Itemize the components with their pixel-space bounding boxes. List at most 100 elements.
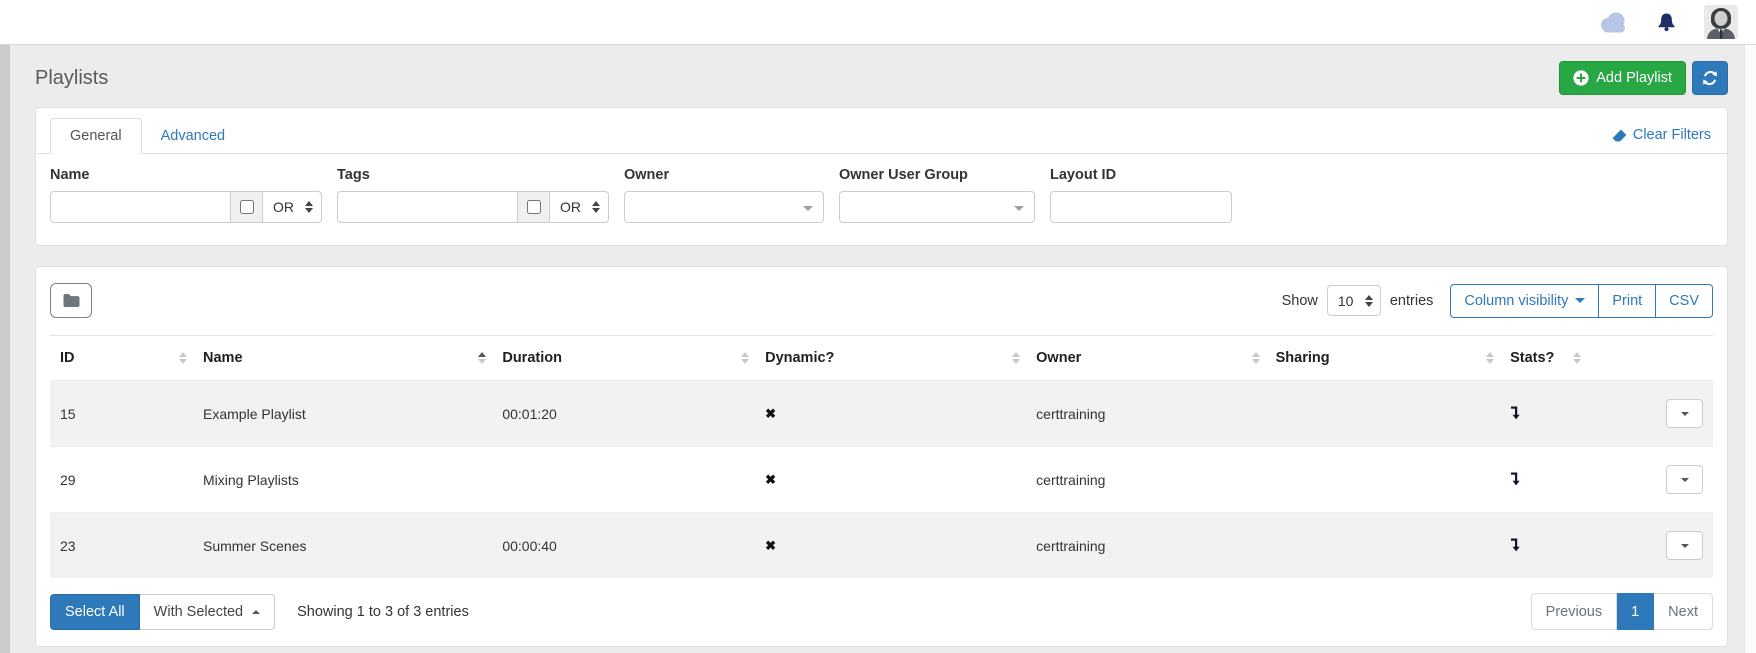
column-header-owner[interactable]: Owner bbox=[1026, 336, 1265, 381]
cell-sharing bbox=[1266, 447, 1500, 513]
csv-button[interactable]: CSV bbox=[1656, 284, 1713, 318]
cell-sharing bbox=[1266, 513, 1500, 579]
x-mark-icon: ✖ bbox=[765, 406, 776, 421]
cell-duration: 00:01:20 bbox=[492, 381, 755, 447]
add-playlist-button[interactable]: Add Playlist bbox=[1559, 61, 1686, 95]
cell-owner: certtraining bbox=[1026, 381, 1265, 447]
showing-entries-text: Showing 1 to 3 of 3 entries bbox=[297, 604, 469, 620]
column-header-id[interactable]: ID bbox=[50, 336, 193, 381]
name-label: Name bbox=[50, 167, 322, 183]
chevron-down-icon bbox=[1014, 206, 1024, 211]
cell-sharing bbox=[1266, 381, 1500, 447]
column-header-duration[interactable]: Duration bbox=[492, 336, 755, 381]
scrollbar-track[interactable] bbox=[1744, 45, 1756, 653]
cell-id: 15 bbox=[50, 381, 193, 447]
row-actions-dropdown-button[interactable] bbox=[1666, 399, 1703, 428]
cell-name: Mixing Playlists bbox=[193, 447, 492, 513]
cell-id: 23 bbox=[50, 513, 193, 579]
owner-label: Owner bbox=[624, 167, 824, 183]
show-label: Show bbox=[1282, 293, 1318, 309]
name-exact-checkbox[interactable] bbox=[240, 200, 254, 214]
previous-page-button[interactable]: Previous bbox=[1531, 593, 1617, 630]
cell-owner: certtraining bbox=[1026, 447, 1265, 513]
table-row[interactable]: 29 Mixing Playlists ✖ certtraining bbox=[50, 447, 1713, 513]
sort-asc-icon[interactable] bbox=[478, 352, 486, 364]
entries-label: entries bbox=[1390, 293, 1434, 309]
row-actions-dropdown-button[interactable] bbox=[1666, 465, 1703, 494]
row-actions-dropdown-button[interactable] bbox=[1666, 531, 1703, 560]
folder-icon bbox=[62, 293, 81, 308]
column-header-dynamic[interactable]: Dynamic? bbox=[755, 336, 1026, 381]
sort-icon[interactable] bbox=[1486, 352, 1494, 364]
folder-button[interactable] bbox=[50, 283, 92, 318]
chevron-down-icon bbox=[803, 206, 813, 211]
with-selected-button[interactable]: With Selected bbox=[140, 594, 275, 630]
avatar[interactable] bbox=[1704, 5, 1738, 39]
eraser-icon bbox=[1612, 129, 1627, 142]
x-mark-icon: ✖ bbox=[765, 538, 776, 553]
tags-label: Tags bbox=[337, 167, 609, 183]
chevron-up-icon bbox=[252, 610, 260, 614]
column-header-name[interactable]: Name bbox=[193, 336, 492, 381]
stepper-icon bbox=[592, 201, 600, 213]
sort-icon[interactable] bbox=[741, 352, 749, 364]
select-all-button[interactable]: Select All bbox=[50, 594, 140, 630]
table-row[interactable]: 15 Example Playlist 00:01:20 ✖ certtrain… bbox=[50, 381, 1713, 447]
chevron-down-icon bbox=[1681, 478, 1689, 482]
clear-filters-link[interactable]: Clear Filters bbox=[1612, 127, 1711, 143]
name-checkbox-addon bbox=[231, 191, 263, 223]
cell-duration: 00:00:40 bbox=[492, 513, 755, 579]
filter-group-name: Name OR bbox=[50, 167, 322, 223]
cell-duration bbox=[492, 447, 755, 513]
cell-stats bbox=[1500, 381, 1586, 447]
tags-logic-select[interactable]: OR bbox=[550, 191, 609, 223]
page-length-select[interactable]: 10 bbox=[1327, 285, 1381, 316]
tags-input[interactable] bbox=[337, 191, 518, 223]
owner-user-group-select[interactable] bbox=[839, 191, 1035, 223]
filter-group-tags: Tags OR bbox=[337, 167, 609, 223]
sort-icon[interactable] bbox=[1012, 352, 1020, 364]
next-page-button[interactable]: Next bbox=[1654, 593, 1713, 630]
bell-icon[interactable] bbox=[1657, 12, 1676, 32]
plus-circle-icon bbox=[1573, 70, 1589, 86]
filter-group-owner: Owner bbox=[624, 167, 824, 223]
tab-general[interactable]: General bbox=[50, 118, 142, 154]
cell-stats bbox=[1500, 447, 1586, 513]
filter-group-owner-user-group: Owner User Group bbox=[839, 167, 1035, 223]
print-button[interactable]: Print bbox=[1599, 284, 1656, 318]
cell-dynamic: ✖ bbox=[755, 447, 1026, 513]
name-logic-select[interactable]: OR bbox=[263, 191, 322, 223]
layout-id-input[interactable] bbox=[1050, 191, 1232, 223]
x-mark-icon: ✖ bbox=[765, 472, 776, 487]
table-row[interactable]: 23 Summer Scenes 00:00:40 ✖ certtraining bbox=[50, 513, 1713, 579]
cell-stats bbox=[1500, 513, 1586, 579]
playlists-table: ID Name Duration Dynamic? Owner Sharing … bbox=[50, 335, 1713, 578]
layout-id-label: Layout ID bbox=[1050, 167, 1232, 183]
column-header-stats[interactable]: Stats? bbox=[1500, 336, 1586, 381]
owner-select[interactable] bbox=[624, 191, 824, 223]
tags-exact-checkbox[interactable] bbox=[527, 200, 541, 214]
sort-icon[interactable] bbox=[179, 352, 187, 364]
top-navbar bbox=[0, 0, 1756, 45]
page-1-button[interactable]: 1 bbox=[1617, 593, 1654, 630]
cell-name: Example Playlist bbox=[193, 381, 492, 447]
column-header-sharing[interactable]: Sharing bbox=[1266, 336, 1500, 381]
tags-checkbox-addon bbox=[518, 191, 550, 223]
cell-owner: certtraining bbox=[1026, 513, 1265, 579]
page-title: Playlists bbox=[35, 67, 108, 90]
filter-group-layout-id: Layout ID bbox=[1050, 167, 1232, 223]
chevron-down-icon bbox=[1681, 412, 1689, 416]
cloud-icon[interactable] bbox=[1599, 12, 1629, 33]
level-down-icon bbox=[1510, 537, 1522, 552]
column-visibility-button[interactable]: Column visibility bbox=[1450, 284, 1599, 318]
stepper-icon bbox=[305, 201, 313, 213]
stepper-icon bbox=[1365, 295, 1373, 307]
sort-icon[interactable] bbox=[1573, 352, 1581, 364]
owner-user-group-label: Owner User Group bbox=[839, 167, 1035, 183]
tab-advanced[interactable]: Advanced bbox=[142, 119, 245, 153]
refresh-button[interactable] bbox=[1692, 61, 1728, 95]
name-input[interactable] bbox=[50, 191, 231, 223]
level-down-icon bbox=[1510, 405, 1522, 420]
collapsed-sidebar[interactable] bbox=[0, 45, 10, 653]
sort-icon[interactable] bbox=[1252, 352, 1260, 364]
